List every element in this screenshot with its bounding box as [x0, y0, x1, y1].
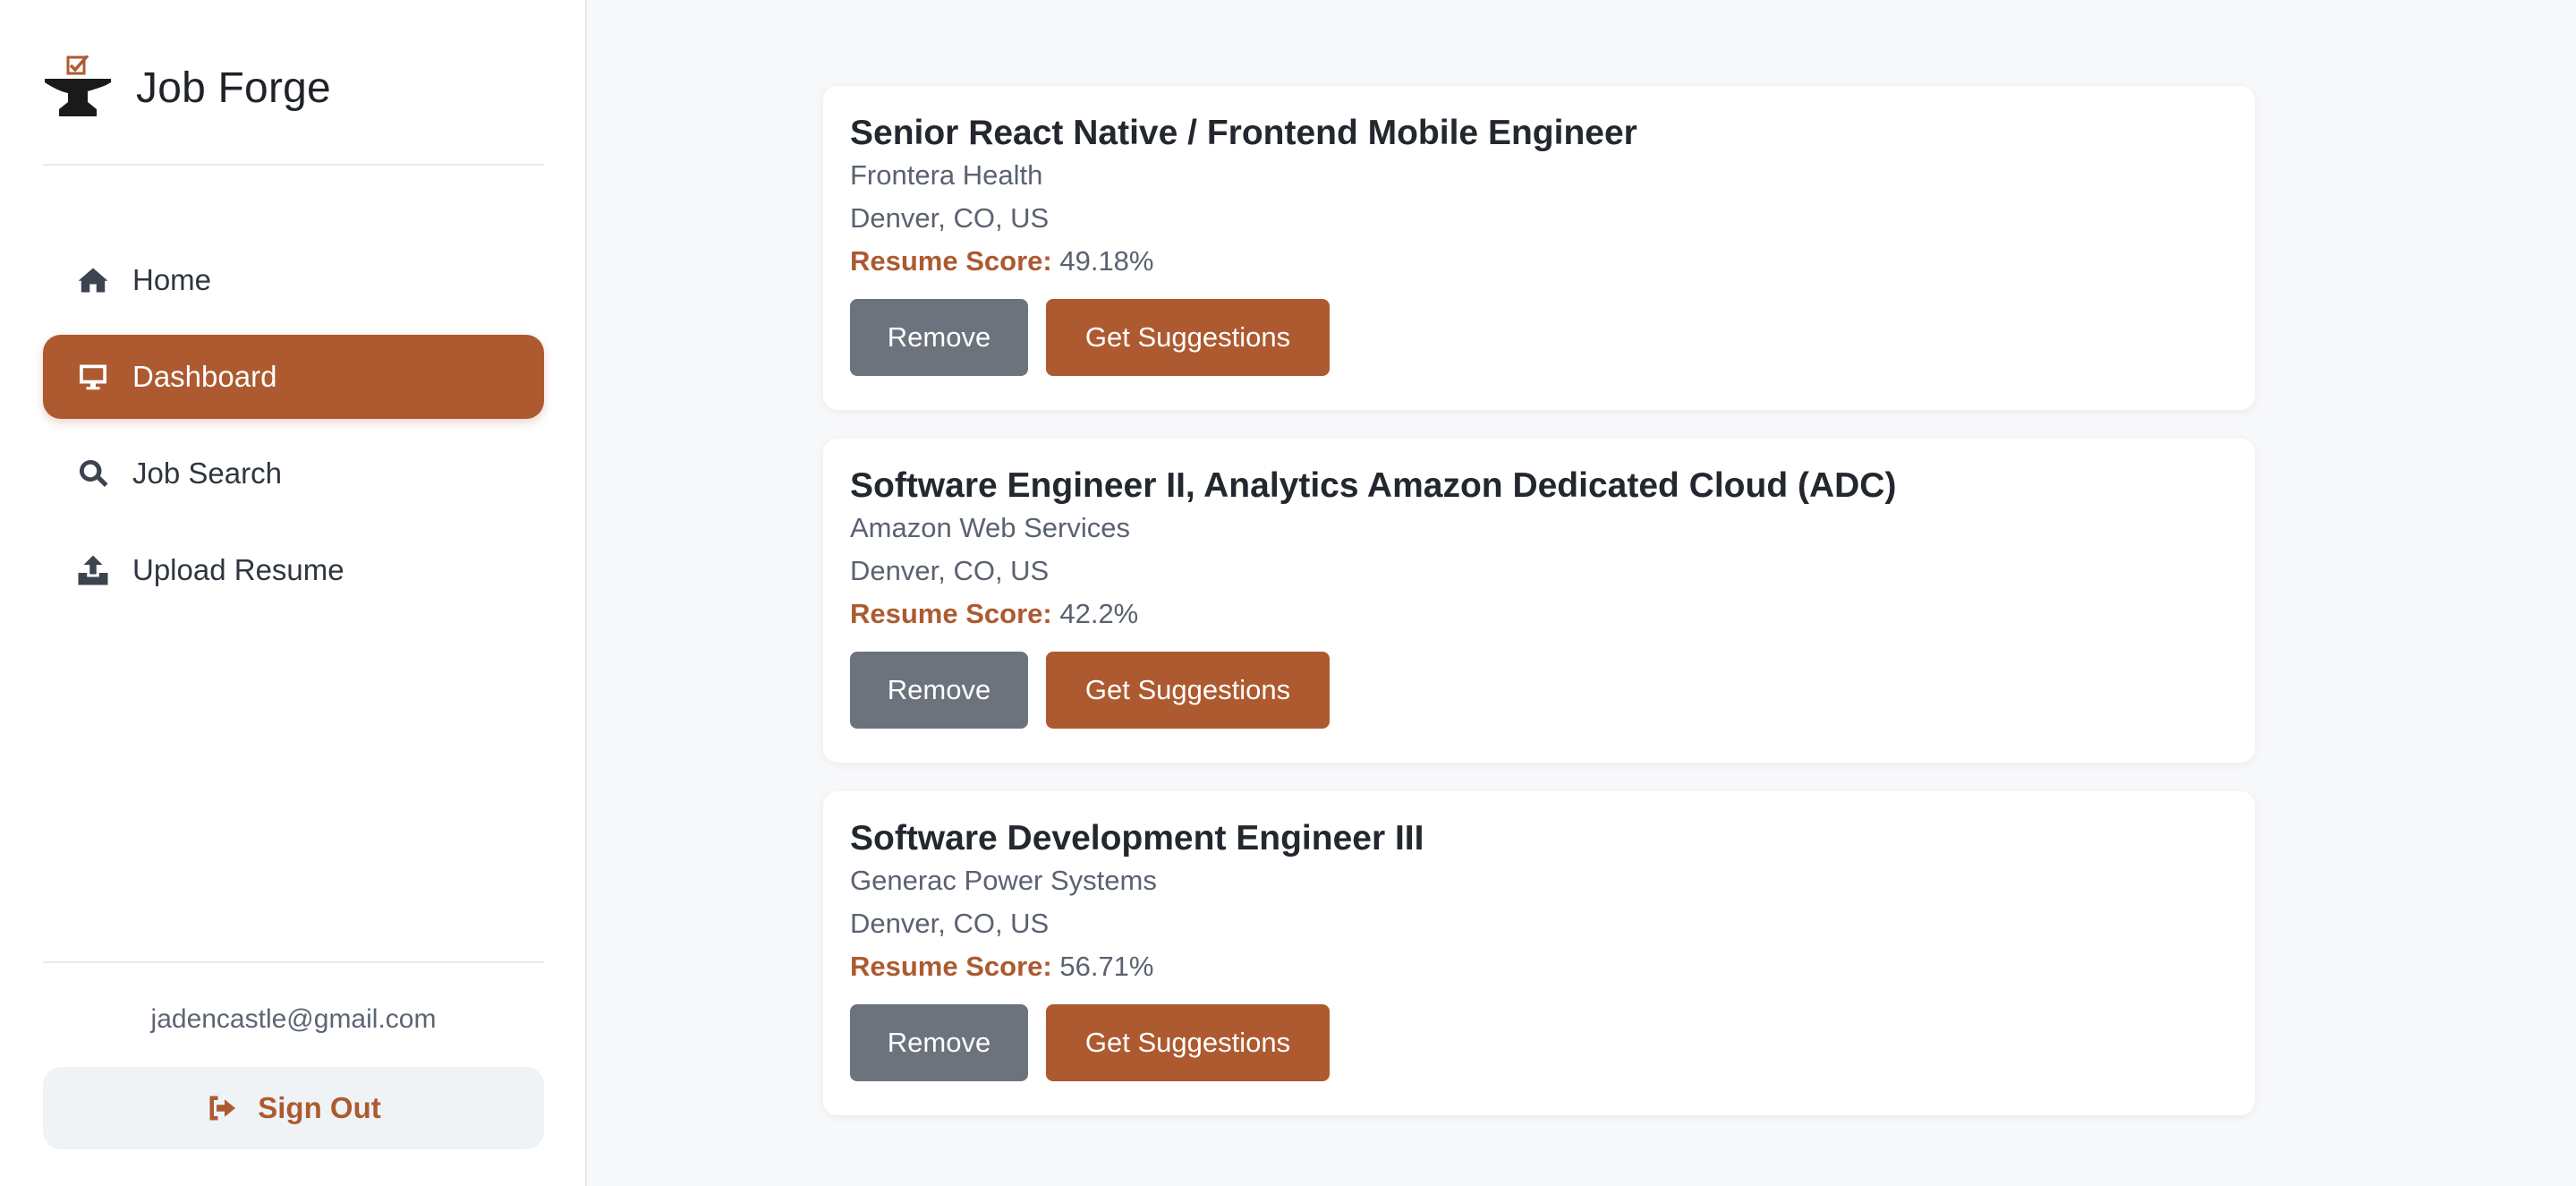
- sidebar-item-label: Upload Resume: [132, 553, 344, 586]
- home-icon: [77, 264, 109, 296]
- sidebar-divider-bottom: [43, 961, 544, 963]
- remove-button[interactable]: Remove: [850, 652, 1028, 729]
- job-card: Senior React Native / Frontend Mobile En…: [823, 86, 2255, 410]
- job-company: Frontera Health: [850, 159, 1043, 191]
- get-suggestions-button[interactable]: Get Suggestions: [1046, 299, 1330, 376]
- resume-score: Resume Score: 42.2%: [850, 593, 2228, 636]
- user-email: jadencastle@gmail.com: [150, 1004, 437, 1034]
- job-actions: Remove Get Suggestions: [850, 652, 2228, 729]
- sidebar-item-dashboard[interactable]: Dashboard: [43, 335, 544, 419]
- sidebar-item-upload-resume[interactable]: Upload Resume: [43, 528, 544, 612]
- resume-score-value: 49.18%: [1059, 245, 1154, 277]
- sidebar: Job Forge Home Dashboard Job Search Uplo…: [0, 0, 587, 1186]
- job-card: Software Development Engineer III Genera…: [823, 791, 2255, 1115]
- resume-score-label: Resume Score:: [850, 598, 1052, 629]
- remove-button[interactable]: Remove: [850, 299, 1028, 376]
- main-content: Senior React Native / Frontend Mobile En…: [589, 0, 2576, 1186]
- job-title: Software Engineer II, Analytics Amazon D…: [850, 466, 1897, 505]
- monitor-icon: [77, 361, 109, 393]
- job-company: Amazon Web Services: [850, 512, 1130, 543]
- job-location: Denver, CO, US: [850, 202, 1050, 234]
- sidebar-item-home[interactable]: Home: [43, 238, 544, 322]
- resume-score-value: 42.2%: [1059, 598, 1139, 629]
- remove-button[interactable]: Remove: [850, 1004, 1028, 1081]
- job-actions: Remove Get Suggestions: [850, 299, 2228, 376]
- job-location: Denver, CO, US: [850, 555, 1050, 586]
- sign-out-label: Sign Out: [258, 1091, 381, 1124]
- job-location: Denver, CO, US: [850, 908, 1050, 939]
- job-company: Generac Power Systems: [850, 865, 1157, 896]
- sidebar-nav: Home Dashboard Job Search Upload Resume: [43, 238, 544, 625]
- get-suggestions-button[interactable]: Get Suggestions: [1046, 1004, 1330, 1081]
- job-actions: Remove Get Suggestions: [850, 1004, 2228, 1081]
- sidebar-item-label: Job Search: [132, 456, 282, 490]
- get-suggestions-button[interactable]: Get Suggestions: [1046, 652, 1330, 729]
- job-title: Software Development Engineer III: [850, 819, 1424, 858]
- resume-score-value: 56.71%: [1059, 951, 1154, 982]
- brand[interactable]: Job Forge: [43, 50, 544, 125]
- job-title: Senior React Native / Frontend Mobile En…: [850, 114, 1637, 152]
- job-card: Software Engineer II, Analytics Amazon D…: [823, 439, 2255, 763]
- app-root: Job Forge Home Dashboard Job Search Uplo…: [0, 0, 2576, 1186]
- resume-score-label: Resume Score:: [850, 951, 1052, 982]
- resume-score: Resume Score: 49.18%: [850, 240, 2228, 283]
- sign-out-button[interactable]: Sign Out: [43, 1067, 544, 1149]
- sidebar-item-label: Dashboard: [132, 360, 277, 393]
- sign-out-icon: [209, 1096, 236, 1121]
- sidebar-item-label: Home: [132, 263, 212, 296]
- upload-icon: [77, 554, 109, 586]
- sidebar-divider-top: [43, 164, 544, 166]
- search-icon: [77, 457, 109, 490]
- anvil-checkmark-icon: [45, 55, 111, 116]
- brand-title: Job Forge: [136, 64, 331, 112]
- resume-score-label: Resume Score:: [850, 245, 1052, 277]
- sidebar-item-job-search[interactable]: Job Search: [43, 431, 544, 516]
- resume-score: Resume Score: 56.71%: [850, 945, 2228, 988]
- saved-jobs-list: Senior React Native / Frontend Mobile En…: [823, 86, 2255, 1144]
